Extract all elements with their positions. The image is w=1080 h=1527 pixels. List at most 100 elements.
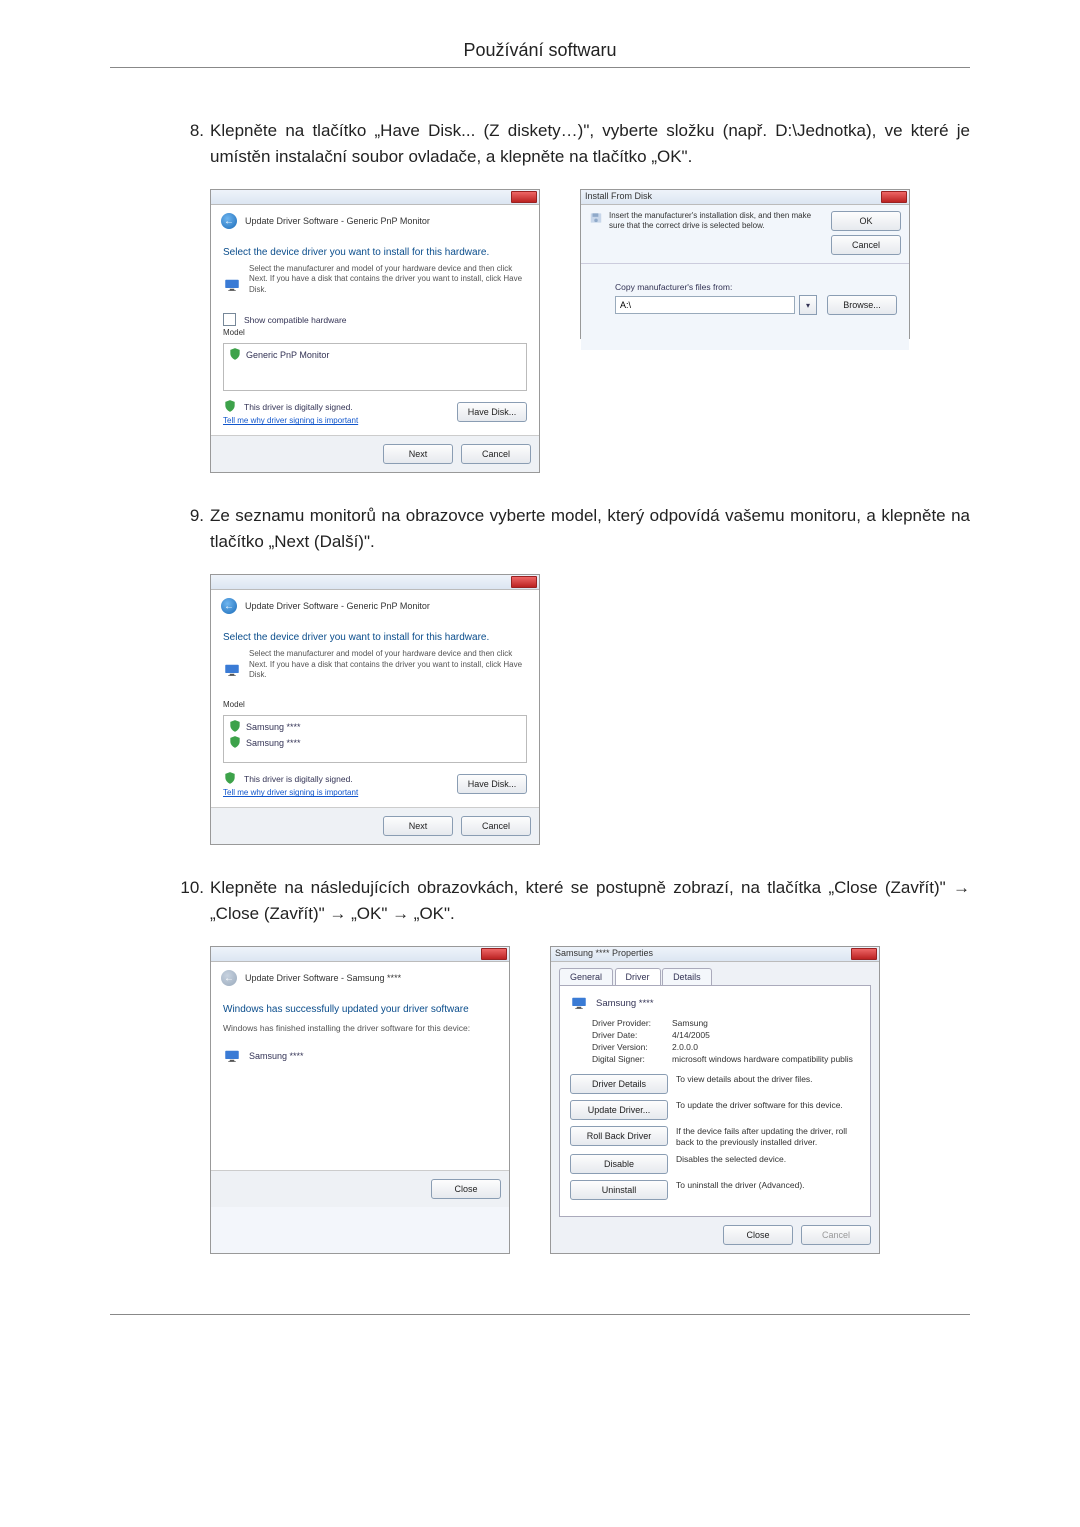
path-input[interactable]	[615, 296, 795, 314]
rollback-desc: If the device fails after updating the d…	[676, 1126, 860, 1148]
tab-driver[interactable]: Driver	[615, 968, 661, 985]
shield-icon	[228, 347, 242, 363]
header-rule	[110, 67, 970, 68]
driver-details-button[interactable]: Driver Details	[570, 1074, 668, 1094]
uninstall-button[interactable]: Uninstall	[570, 1180, 668, 1200]
dialog-subtext: Select the manufacturer and model of you…	[249, 264, 527, 295]
provider-key: Driver Provider:	[592, 1018, 672, 1028]
back-button[interactable]: ← Update Driver Software - Generic PnP M…	[221, 598, 430, 614]
close-button[interactable]: Close	[723, 1225, 793, 1245]
monitor-icon	[223, 276, 241, 294]
dialog-heading: Select the device driver you want to ins…	[223, 632, 527, 643]
signed-text: This driver is digitally signed.	[244, 774, 353, 784]
step-10: 10. Klepněte na následujících obrazovkác…	[170, 875, 970, 926]
model-listbox[interactable]: Generic PnP Monitor	[223, 343, 527, 391]
step-8-text: Klepněte na tlačítko „Have Disk... (Z di…	[210, 118, 970, 169]
dialog-title: Samsung **** Properties	[555, 948, 653, 958]
dialog-update-driver-generic: ← Update Driver Software - Generic PnP M…	[210, 189, 540, 473]
shield-icon	[228, 735, 242, 751]
uninstall-desc: To uninstall the driver (Advanced).	[676, 1180, 860, 1191]
model-listbox[interactable]: Samsung **** Samsung ****	[223, 715, 527, 763]
signed-text: This driver is digitally signed.	[244, 402, 353, 412]
model-item[interactable]: Generic PnP Monitor	[246, 350, 329, 360]
ok-button[interactable]: OK	[831, 211, 901, 231]
shield-icon	[223, 399, 237, 415]
back-arrow-icon: ←	[221, 213, 237, 229]
back-button[interactable]: ← Update Driver Software - Generic PnP M…	[221, 213, 430, 229]
tell-me-link[interactable]: Tell me why driver signing is important	[223, 788, 358, 797]
model-label: Model	[223, 700, 527, 709]
dialog-device-properties: Samsung **** Properties General Driver D…	[550, 946, 880, 1254]
step-8-screens: ← Update Driver Software - Generic PnP M…	[210, 189, 970, 473]
step-8: 8. Klepněte na tlačítko „Have Disk... (Z…	[170, 118, 970, 169]
model-item-2[interactable]: Samsung ****	[246, 738, 301, 748]
cancel-button: Cancel	[801, 1225, 871, 1245]
cancel-button[interactable]: Cancel	[461, 816, 531, 836]
dialog-update-success: ← Update Driver Software - Samsung **** …	[210, 946, 510, 1254]
disk-icon	[589, 211, 603, 227]
disable-button[interactable]: Disable	[570, 1154, 668, 1174]
monitor-icon	[223, 661, 241, 679]
date-value: 4/14/2005	[672, 1030, 860, 1040]
back-button[interactable]: ← Update Driver Software - Samsung ****	[221, 970, 401, 986]
step-10-text: Klepněte na následujících obrazovkách, k…	[210, 875, 970, 926]
step-10-screens: ← Update Driver Software - Samsung **** …	[210, 946, 970, 1254]
monitor-icon	[570, 994, 588, 1012]
close-icon[interactable]	[481, 948, 507, 960]
next-button[interactable]: Next	[383, 816, 453, 836]
dialog-heading: Select the device driver you want to ins…	[223, 247, 527, 258]
signer-value: microsoft windows hardware compatibility…	[672, 1054, 860, 1064]
have-disk-button[interactable]: Have Disk...	[457, 774, 527, 794]
success-sub: Windows has finished installing the driv…	[223, 1023, 497, 1033]
model-item-1[interactable]: Samsung ****	[246, 722, 301, 732]
device-name: Samsung ****	[596, 998, 654, 1009]
close-icon[interactable]	[511, 576, 537, 588]
page-header-title: Používání softwaru	[110, 40, 970, 61]
compatible-checkbox[interactable]	[223, 313, 236, 326]
path-dropdown-icon[interactable]: ▾	[799, 295, 817, 315]
copy-from-label: Copy manufacturer's files from:	[615, 282, 897, 292]
shield-icon	[228, 719, 242, 735]
close-icon[interactable]	[511, 191, 537, 203]
step-9: 9. Ze seznamu monitorů na obrazovce vybe…	[170, 503, 970, 554]
step-9-text: Ze seznamu monitorů na obrazovce vyberte…	[210, 503, 970, 554]
update-driver-button[interactable]: Update Driver...	[570, 1100, 668, 1120]
compatible-label: Show compatible hardware	[244, 315, 347, 325]
signer-key: Digital Signer:	[592, 1054, 672, 1064]
shield-icon	[223, 771, 237, 787]
next-button[interactable]: Next	[383, 444, 453, 464]
cancel-button[interactable]: Cancel	[831, 235, 901, 255]
driver-details-desc: To view details about the driver files.	[676, 1074, 860, 1085]
model-label: Model	[223, 328, 527, 337]
tell-me-link[interactable]: Tell me why driver signing is important	[223, 416, 358, 425]
device-name: Samsung ****	[249, 1051, 304, 1061]
dialog-title: Install From Disk	[585, 191, 652, 201]
have-disk-button[interactable]: Have Disk...	[457, 402, 527, 422]
dialog-install-from-disk: Install From Disk Insert the manufacture…	[580, 189, 910, 339]
tab-general[interactable]: General	[559, 968, 613, 985]
disable-desc: Disables the selected device.	[676, 1154, 860, 1165]
provider-value: Samsung	[672, 1018, 860, 1028]
tab-details[interactable]: Details	[662, 968, 712, 985]
monitor-icon	[223, 1047, 241, 1065]
close-icon[interactable]	[851, 948, 877, 960]
footer-rule	[110, 1314, 970, 1315]
close-button[interactable]: Close	[431, 1179, 501, 1199]
close-icon[interactable]	[881, 191, 907, 203]
rollback-button[interactable]: Roll Back Driver	[570, 1126, 668, 1146]
step-9-number: 9.	[170, 503, 210, 529]
success-heading: Windows has successfully updated your dr…	[223, 1004, 497, 1015]
cancel-button[interactable]: Cancel	[461, 444, 531, 464]
titlebar	[211, 190, 539, 205]
dialog-subtext: Select the manufacturer and model of you…	[249, 649, 527, 680]
titlebar: Install From Disk	[581, 190, 909, 205]
step-9-screens: ← Update Driver Software - Generic PnP M…	[210, 574, 970, 845]
breadcrumb: Update Driver Software - Generic PnP Mon…	[241, 601, 430, 611]
titlebar	[211, 947, 509, 962]
browse-button[interactable]: Browse...	[827, 295, 897, 315]
version-value: 2.0.0.0	[672, 1042, 860, 1052]
step-8-number: 8.	[170, 118, 210, 144]
install-msg: Insert the manufacturer's installation d…	[609, 211, 825, 232]
dialog-update-driver-samsung-list: ← Update Driver Software - Generic PnP M…	[210, 574, 540, 845]
version-key: Driver Version:	[592, 1042, 672, 1052]
